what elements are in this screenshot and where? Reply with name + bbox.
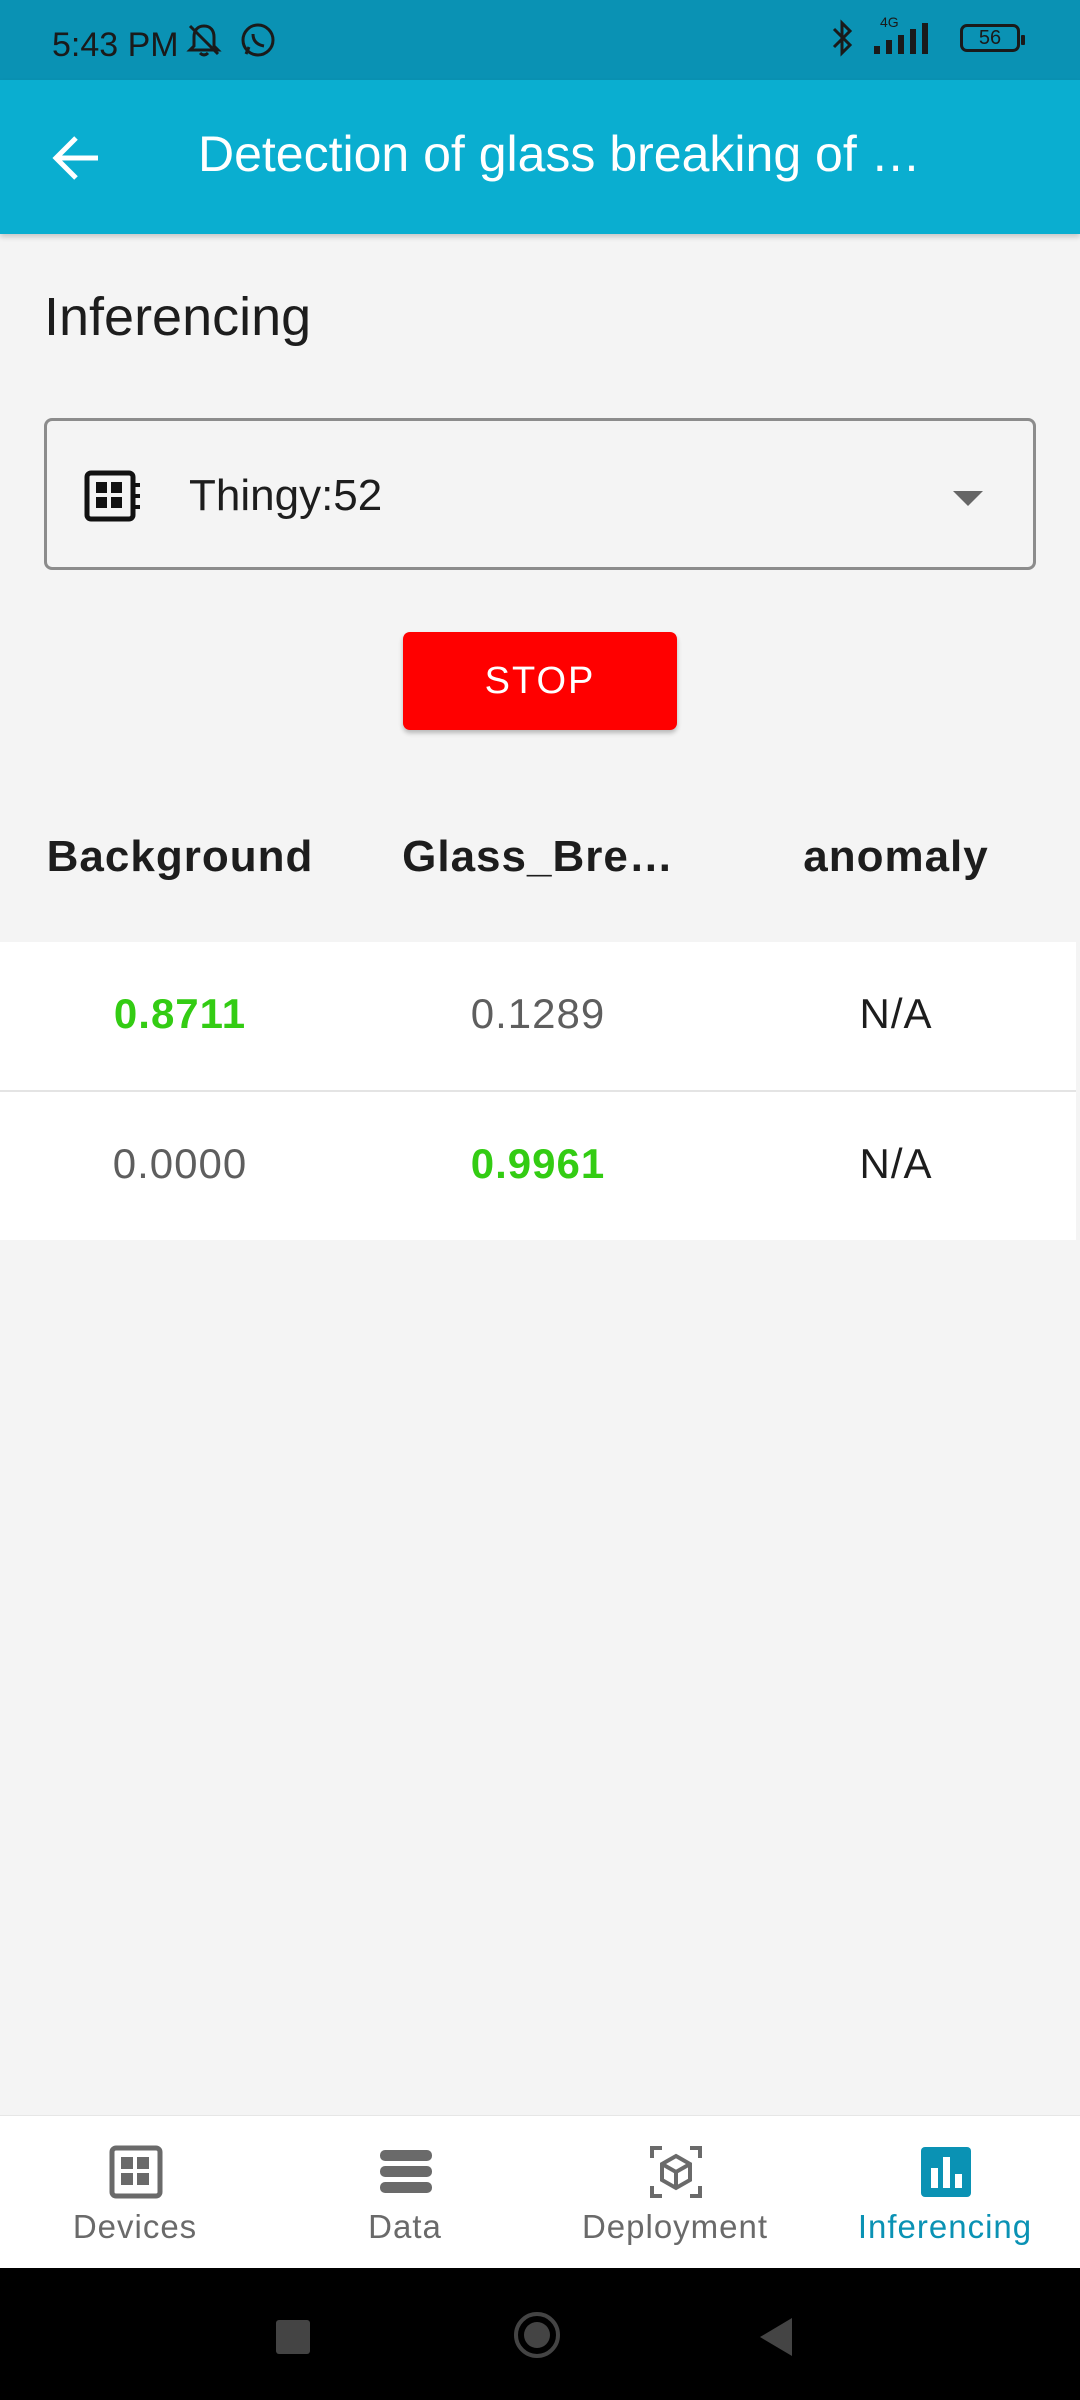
column-header-background: Background — [46, 832, 314, 881]
column-header-glass-break: Glass_Bre… — [402, 832, 674, 881]
status-bar: 5:43 PM 4G 56 — [0, 0, 1080, 80]
nav-item-devices[interactable]: Devices — [0, 2116, 270, 2269]
data-icon — [380, 2150, 432, 2193]
table-cell: 0.8711 — [113, 990, 247, 1037]
back-icon[interactable] — [760, 2318, 792, 2356]
status-time: 5:43 PM — [52, 26, 179, 64]
table-cell: 0.0000 — [112, 1140, 248, 1187]
table-cell: N/A — [859, 1140, 933, 1187]
table-cell: N/A — [859, 990, 933, 1037]
nav-item-inferencing[interactable]: Inferencing — [810, 2116, 1080, 2269]
chevron-down-icon — [953, 491, 983, 506]
battery-level: 56 — [978, 26, 1002, 49]
results-table: 0.8711 0.1289 N/A 0.0000 0.9961 N/A — [0, 942, 1076, 1240]
battery-icon: 56 — [960, 24, 1025, 52]
system-nav-bar — [0, 2268, 1080, 2400]
nav-label-deployment: Deployment — [581, 2208, 769, 2245]
column-header-anomaly: anomaly — [803, 832, 989, 881]
results-table-header: Background Glass_Bre… anomaly — [0, 832, 1080, 902]
arrow-left-icon[interactable] — [48, 128, 108, 188]
home-icon[interactable] — [514, 2312, 560, 2358]
nav-label-devices: Devices — [72, 2208, 198, 2245]
nav-label-inferencing: Inferencing — [857, 2208, 1033, 2245]
section-title: Inferencing — [44, 287, 312, 347]
bottom-nav: Devices Data Deployment Inferencing — [0, 2115, 1080, 2269]
inferencing-icon — [921, 2147, 971, 2197]
deployment-icon — [650, 2146, 702, 2198]
table-row: 0.8711 0.1289 N/A — [0, 942, 1076, 1092]
device-dropdown[interactable]: Thingy:52 — [44, 418, 1036, 570]
signal-icon — [874, 23, 928, 54]
mute-bell-icon — [186, 24, 222, 57]
nav-label-data: Data — [368, 2208, 442, 2245]
whatsapp-icon — [241, 23, 275, 57]
app-bar: Detection of glass breaking of … — [0, 80, 1080, 234]
nav-item-data[interactable]: Data — [270, 2116, 540, 2269]
page-title: Detection of glass breaking of … — [198, 126, 921, 182]
bluetooth-icon — [832, 19, 853, 57]
device-selected-value: Thingy:52 — [189, 471, 383, 520]
table-cell: 0.1289 — [470, 990, 606, 1037]
nav-item-deployment[interactable]: Deployment — [540, 2116, 810, 2269]
table-row: 0.0000 0.9961 N/A — [0, 1092, 1076, 1240]
devices-icon — [109, 2145, 163, 2199]
chip-icon — [84, 470, 140, 522]
recents-icon[interactable] — [276, 2320, 310, 2354]
table-cell: 0.9961 — [470, 1140, 606, 1187]
stop-button[interactable]: STOP — [403, 632, 677, 730]
